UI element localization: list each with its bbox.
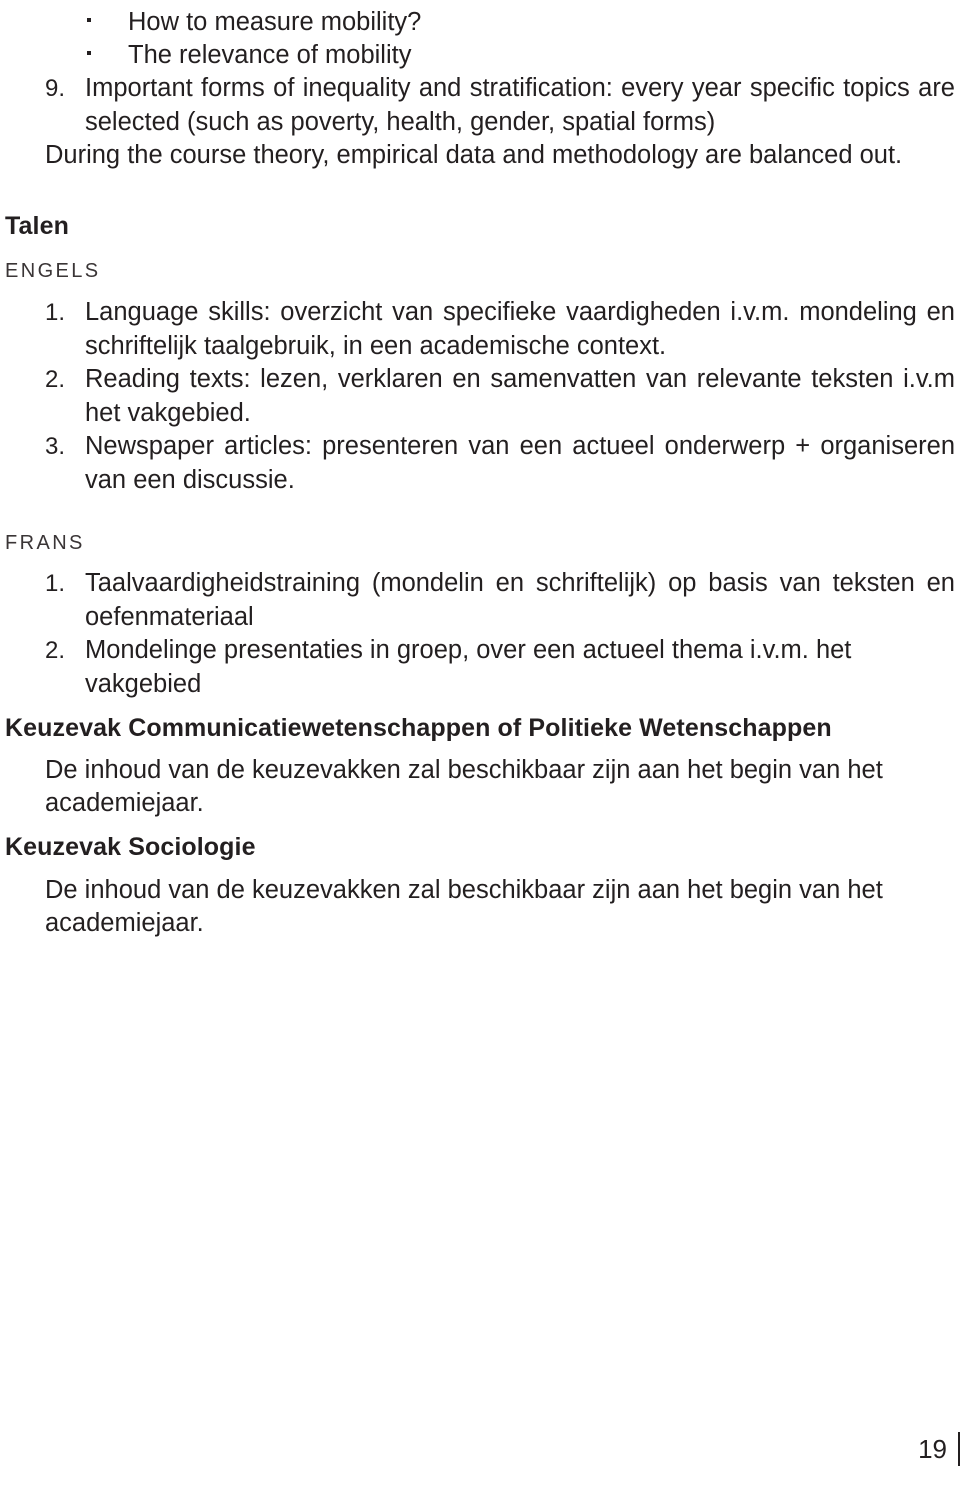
closing-note: During the course theory, empirical data… xyxy=(0,139,960,172)
list-number: 1. xyxy=(45,299,66,326)
mobility-bullet-list: How to measure mobility? The relevance o… xyxy=(0,6,960,72)
list-item-text: Newspaper articles: presenteren van een … xyxy=(85,432,955,494)
keuzevak-sociologie-body: De inhoud van de keuzevakken zal beschik… xyxy=(0,874,960,940)
heading-text: Keuzevak Communicatiewetenschappen of Po… xyxy=(5,714,832,742)
bullet-dot-icon xyxy=(87,6,97,39)
heading-text: Talen xyxy=(5,212,69,240)
subsection-label-text: FRANS xyxy=(5,532,85,554)
list-item: How to measure mobility? xyxy=(0,6,960,39)
list-number: 1. xyxy=(45,570,66,597)
list-item-text: Taalvaardigheidstraining (mondelin en sc… xyxy=(85,569,955,631)
closing-note-text: During the course theory, empirical data… xyxy=(45,141,903,169)
list-item: 2. Mondelinge presentaties in groep, ove… xyxy=(0,634,960,701)
list-item-text: Reading texts: lezen, verklaren en samen… xyxy=(85,365,955,427)
section-heading-talen: Talen xyxy=(0,211,960,242)
list-item: 1. Taalvaardigheidstraining (mondelin en… xyxy=(0,567,960,634)
numbered-item-nine: 9. Important forms of inequality and str… xyxy=(0,72,960,139)
subsection-label-frans: FRANS xyxy=(0,530,960,556)
list-number: 3. xyxy=(45,433,66,460)
list-item: 1. Language skills: overzicht van specif… xyxy=(0,296,960,363)
list-number: 2. xyxy=(45,637,66,664)
list-item: 9. Important forms of inequality and str… xyxy=(0,72,960,139)
list-item-text: Important forms of inequality and strati… xyxy=(85,74,955,136)
bullet-dot-icon xyxy=(87,39,97,72)
page-number: 19 xyxy=(918,1434,947,1464)
section-heading-keuzevak-communicatiewetenschappen: Keuzevak Communicatiewetenschappen of Po… xyxy=(0,713,960,744)
list-item-text: Mondelinge presentaties in groep, over e… xyxy=(85,636,852,698)
frans-topic-list: 1. Taalvaardigheidstraining (mondelin en… xyxy=(0,567,960,701)
page-footer: 19 xyxy=(918,1429,960,1469)
list-number: 9. xyxy=(45,75,66,102)
list-item: 2. Reading texts: lezen, verklaren en sa… xyxy=(0,363,960,430)
engels-topic-list: 1. Language skills: overzicht van specif… xyxy=(0,296,960,497)
subsection-label-engels: ENGELS xyxy=(0,258,960,284)
list-item-text: Language skills: overzicht van specifiek… xyxy=(85,298,955,360)
list-number: 2. xyxy=(45,366,66,393)
bullet-text: The relevance of mobility xyxy=(128,41,412,69)
list-item: The relevance of mobility xyxy=(0,39,960,72)
document-page: How to measure mobility? The relevance o… xyxy=(0,0,960,1487)
section-heading-keuzevak-sociologie: Keuzevak Sociologie xyxy=(0,832,960,863)
keuzevak-communicatiewetenschappen-body: De inhoud van de keuzevakken zal beschik… xyxy=(0,754,960,820)
body-text: De inhoud van de keuzevakken zal beschik… xyxy=(45,756,883,817)
subsection-label-text: ENGELS xyxy=(5,260,101,282)
list-item: 3. Newspaper articles: presenteren van e… xyxy=(0,430,960,497)
heading-text: Keuzevak Sociologie xyxy=(5,833,256,861)
body-text: De inhoud van de keuzevakken zal beschik… xyxy=(45,876,883,937)
bullet-text: How to measure mobility? xyxy=(128,8,422,36)
